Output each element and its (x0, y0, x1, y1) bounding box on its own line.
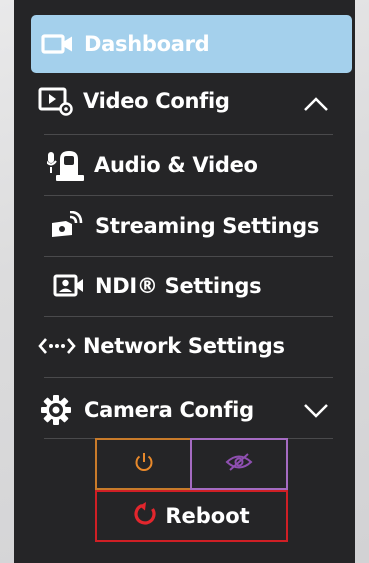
sidebar-item-label: Network Settings (83, 334, 285, 358)
chevron-down-icon[interactable] (302, 401, 330, 423)
sidebar-item-label: NDI® Settings (95, 274, 262, 298)
network-code-icon (38, 334, 76, 358)
divider (44, 256, 333, 257)
divider (44, 134, 333, 135)
video-camera-icon (41, 32, 75, 56)
sidebar-item-label: Streaming Settings (95, 214, 320, 238)
divider (44, 377, 333, 378)
sidebar-item-streaming-settings[interactable]: Streaming Settings (50, 211, 319, 241)
webcam-microphone-icon (47, 148, 87, 182)
sidebar-item-label: Audio & Video (94, 153, 258, 177)
video-settings-icon (38, 86, 74, 116)
sidebar-item-dashboard[interactable]: Dashboard (31, 15, 352, 73)
sidebar-item-camera-config[interactable]: Camera Config (40, 394, 254, 426)
sidebar-item-network-settings[interactable]: Network Settings (38, 334, 285, 358)
ndi-icon (53, 273, 87, 299)
chevron-up-icon[interactable] (302, 95, 330, 117)
divider (44, 316, 333, 317)
eye-slash-icon (225, 451, 253, 477)
power-icon (133, 451, 155, 477)
reboot-label: Reboot (165, 504, 250, 528)
gear-icon (40, 394, 72, 426)
sidebar-item-label: Camera Config (84, 398, 254, 422)
sidebar-item-audio-video[interactable]: Audio & Video (47, 148, 258, 182)
sidebar-item-ndi-settings[interactable]: NDI® Settings (53, 273, 262, 299)
reboot-button[interactable]: Reboot (95, 490, 288, 542)
streaming-camera-icon (50, 211, 86, 241)
reboot-icon (133, 501, 159, 532)
sidebar-item-video-config[interactable]: Video Config (38, 86, 230, 116)
visibility-toggle-button[interactable] (190, 438, 288, 490)
sidebar-item-label: Dashboard (84, 32, 210, 56)
power-button[interactable] (95, 438, 192, 490)
sidebar-item-label: Video Config (83, 89, 230, 113)
divider (44, 195, 333, 196)
